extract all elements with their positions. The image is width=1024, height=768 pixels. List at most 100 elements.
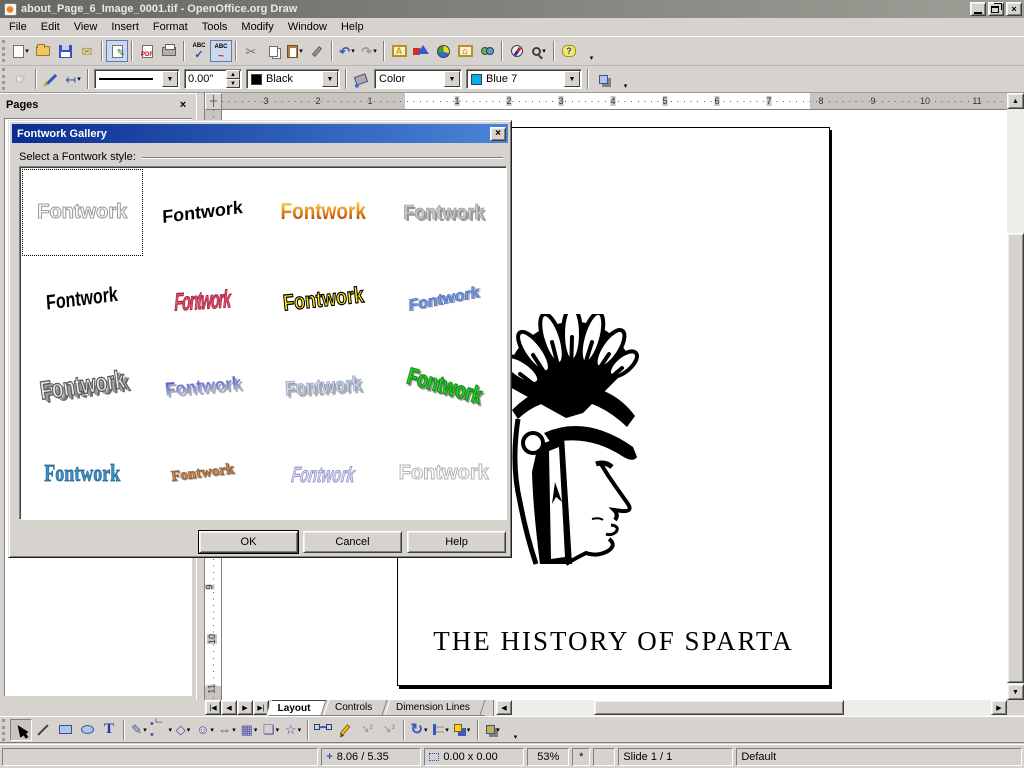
scroll-up-icon[interactable]: ▲ xyxy=(1007,93,1024,109)
save-icon[interactable] xyxy=(54,40,76,62)
dialog-close-icon[interactable]: × xyxy=(490,127,506,141)
status-style-field[interactable]: Default xyxy=(736,748,1022,766)
close-button[interactable]: × xyxy=(1006,2,1022,16)
menu-file[interactable]: File xyxy=(2,19,34,35)
help-button[interactable]: Help xyxy=(407,531,506,553)
symbol-shapes-icon[interactable]: ☺▾ xyxy=(194,719,216,741)
undo-icon[interactable]: ↶▾ xyxy=(336,40,358,62)
line-color-combo[interactable]: Black ▼ xyxy=(246,69,340,89)
line-width-up-button[interactable]: ▲ xyxy=(226,70,240,79)
effects-icon-2[interactable]: ↘³ xyxy=(378,719,400,741)
flowcharts-icon[interactable]: ▦▾ xyxy=(238,719,260,741)
open-icon[interactable] xyxy=(32,40,54,62)
toolbar-grip[interactable] xyxy=(2,68,8,90)
menu-insert[interactable]: Insert xyxy=(104,19,146,35)
basic-shapes-icon[interactable]: ◇▾ xyxy=(172,719,194,741)
hyperlink-icon[interactable] xyxy=(476,40,498,62)
print-icon[interactable] xyxy=(158,40,180,62)
spartan-head-image[interactable] xyxy=(504,314,641,566)
navigator-icon[interactable] xyxy=(506,40,528,62)
fontwork-style-arch-orange-serif[interactable]: Fontwork xyxy=(143,430,264,517)
line-width-spinner[interactable]: 0.00" ▲▼ xyxy=(184,69,242,89)
fill-color-dropdown-button[interactable]: ▼ xyxy=(564,71,580,87)
toolbar-overflow-icon[interactable]: ▾ xyxy=(580,40,602,62)
fontwork-style-perspective-lavender[interactable]: Fontwork xyxy=(263,430,384,517)
shadow-icon[interactable] xyxy=(592,68,614,90)
vertical-scrollbar[interactable]: ▲ ▼ xyxy=(1007,93,1024,700)
rotate-icon[interactable]: ↻▾ xyxy=(408,719,430,741)
redo-icon[interactable]: ↷▾ xyxy=(358,40,380,62)
callouts-icon[interactable]: ❏▾ xyxy=(260,719,282,741)
line-width-value[interactable]: 0.00" xyxy=(185,73,226,85)
line-style-combo[interactable]: ▼ xyxy=(94,69,180,89)
block-arrows-icon[interactable]: ⇔▾ xyxy=(216,719,238,741)
scroll-right-icon[interactable]: ▶ xyxy=(991,700,1007,715)
help-icon[interactable]: ? xyxy=(558,40,580,62)
zoom-icon[interactable]: ▾ xyxy=(528,40,550,62)
new-document-icon[interactable]: ▾ xyxy=(10,40,32,62)
curve-tool-icon[interactable]: ✎▾ xyxy=(128,719,150,741)
from-file-icon[interactable]: ⌂ xyxy=(454,40,476,62)
select-tool-icon[interactable] xyxy=(10,719,32,741)
page-title-textbox[interactable]: THE HISTORY OF SPARTA xyxy=(398,626,829,657)
ok-button[interactable]: OK xyxy=(199,531,298,553)
menu-window[interactable]: Window xyxy=(281,19,334,35)
next-tab-icon[interactable]: ▶ xyxy=(237,700,253,715)
fill-type-combo[interactable]: Color ▼ xyxy=(374,69,462,89)
toolbar-overflow-icon[interactable]: ▾ xyxy=(614,68,636,90)
restore-button[interactable] xyxy=(988,2,1004,16)
horizontal-scrollbar[interactable]: ◀ ▶ xyxy=(493,700,1024,716)
menu-modify[interactable]: Modify xyxy=(234,19,280,35)
fontwork-style-perspective-crimson[interactable]: Fontwork xyxy=(143,256,264,343)
fontwork-style-plain-gray[interactable]: Fontwork xyxy=(384,430,505,517)
menu-tools[interactable]: Tools xyxy=(195,19,235,35)
line-style-dropdown-button[interactable]: ▼ xyxy=(162,71,178,87)
autospellcheck-icon[interactable]: ABC~ xyxy=(210,40,232,62)
fontwork-style-silver-shadow[interactable]: Fontwork xyxy=(384,169,505,256)
tab-layout[interactable]: Layout xyxy=(267,700,327,715)
fontwork-style-plain-outline[interactable]: Fontwork xyxy=(22,169,143,256)
paste-icon[interactable]: ▾ xyxy=(284,40,306,62)
menu-help[interactable]: Help xyxy=(334,19,371,35)
tab-controls[interactable]: Controls xyxy=(323,700,387,715)
fontwork-style-wave-black[interactable]: Fontwork xyxy=(143,169,264,256)
cut-icon[interactable]: ✂ xyxy=(240,40,262,62)
insert-icon[interactable]: ▾ xyxy=(482,719,504,741)
send-email-icon[interactable]: ✉ xyxy=(76,40,98,62)
edit-file-icon[interactable]: ✎ xyxy=(106,40,128,62)
horizontal-scrollbar-thumb[interactable] xyxy=(594,700,844,715)
text-tool-icon[interactable]: T xyxy=(98,719,120,741)
rectangle-tool-icon[interactable] xyxy=(54,719,76,741)
fontwork-style-arch-blue[interactable]: Fontwork xyxy=(143,343,264,430)
fontwork-style-gradient-gold[interactable]: Fontwork xyxy=(263,169,384,256)
toolbar-grip[interactable] xyxy=(2,719,8,741)
vertical-scrollbar-thumb[interactable] xyxy=(1007,233,1024,683)
fontwork-style-slant-blue[interactable]: Fontwork xyxy=(384,256,505,343)
fill-color-combo[interactable]: Blue 7 ▼ xyxy=(466,69,582,89)
fontwork-style-chevron-blue-serif[interactable]: Fontwork xyxy=(22,430,143,517)
alignment-icon[interactable]: ▾ xyxy=(430,719,452,741)
edit-points-toggle-icon[interactable]: ☛ xyxy=(10,68,32,90)
line-dialog-icon[interactable] xyxy=(40,68,62,90)
menu-format[interactable]: Format xyxy=(146,19,195,35)
tab-dimension-lines[interactable]: Dimension Lines xyxy=(385,700,486,715)
menu-view[interactable]: View xyxy=(67,19,105,35)
minimize-button[interactable] xyxy=(970,2,986,16)
dialog-title-bar[interactable]: Fontwork Gallery × xyxy=(12,124,508,143)
cancel-button[interactable]: Cancel xyxy=(303,531,402,553)
edit-points-icon[interactable] xyxy=(312,719,334,741)
arrange-icon[interactable]: ▾ xyxy=(452,719,474,741)
scroll-down-icon[interactable]: ▼ xyxy=(1007,684,1024,700)
status-zoom-field[interactable]: 53% xyxy=(527,748,569,766)
fill-dialog-icon[interactable] xyxy=(350,68,372,90)
arrow-style-icon[interactable]: ↤▾ xyxy=(62,68,84,90)
format-paintbrush-icon[interactable] xyxy=(306,40,328,62)
copy-icon[interactable] xyxy=(262,40,284,62)
glue-points-icon[interactable] xyxy=(334,719,356,741)
menu-edit[interactable]: Edit xyxy=(34,19,67,35)
fontwork-gallery-icon[interactable]: A xyxy=(388,40,410,62)
fontwork-style-slant-black[interactable]: Fontwork xyxy=(22,256,143,343)
line-color-dropdown-button[interactable]: ▼ xyxy=(322,71,338,87)
effects-icon-1[interactable]: ↘² xyxy=(356,719,378,741)
toolbar-grip[interactable] xyxy=(2,40,8,62)
